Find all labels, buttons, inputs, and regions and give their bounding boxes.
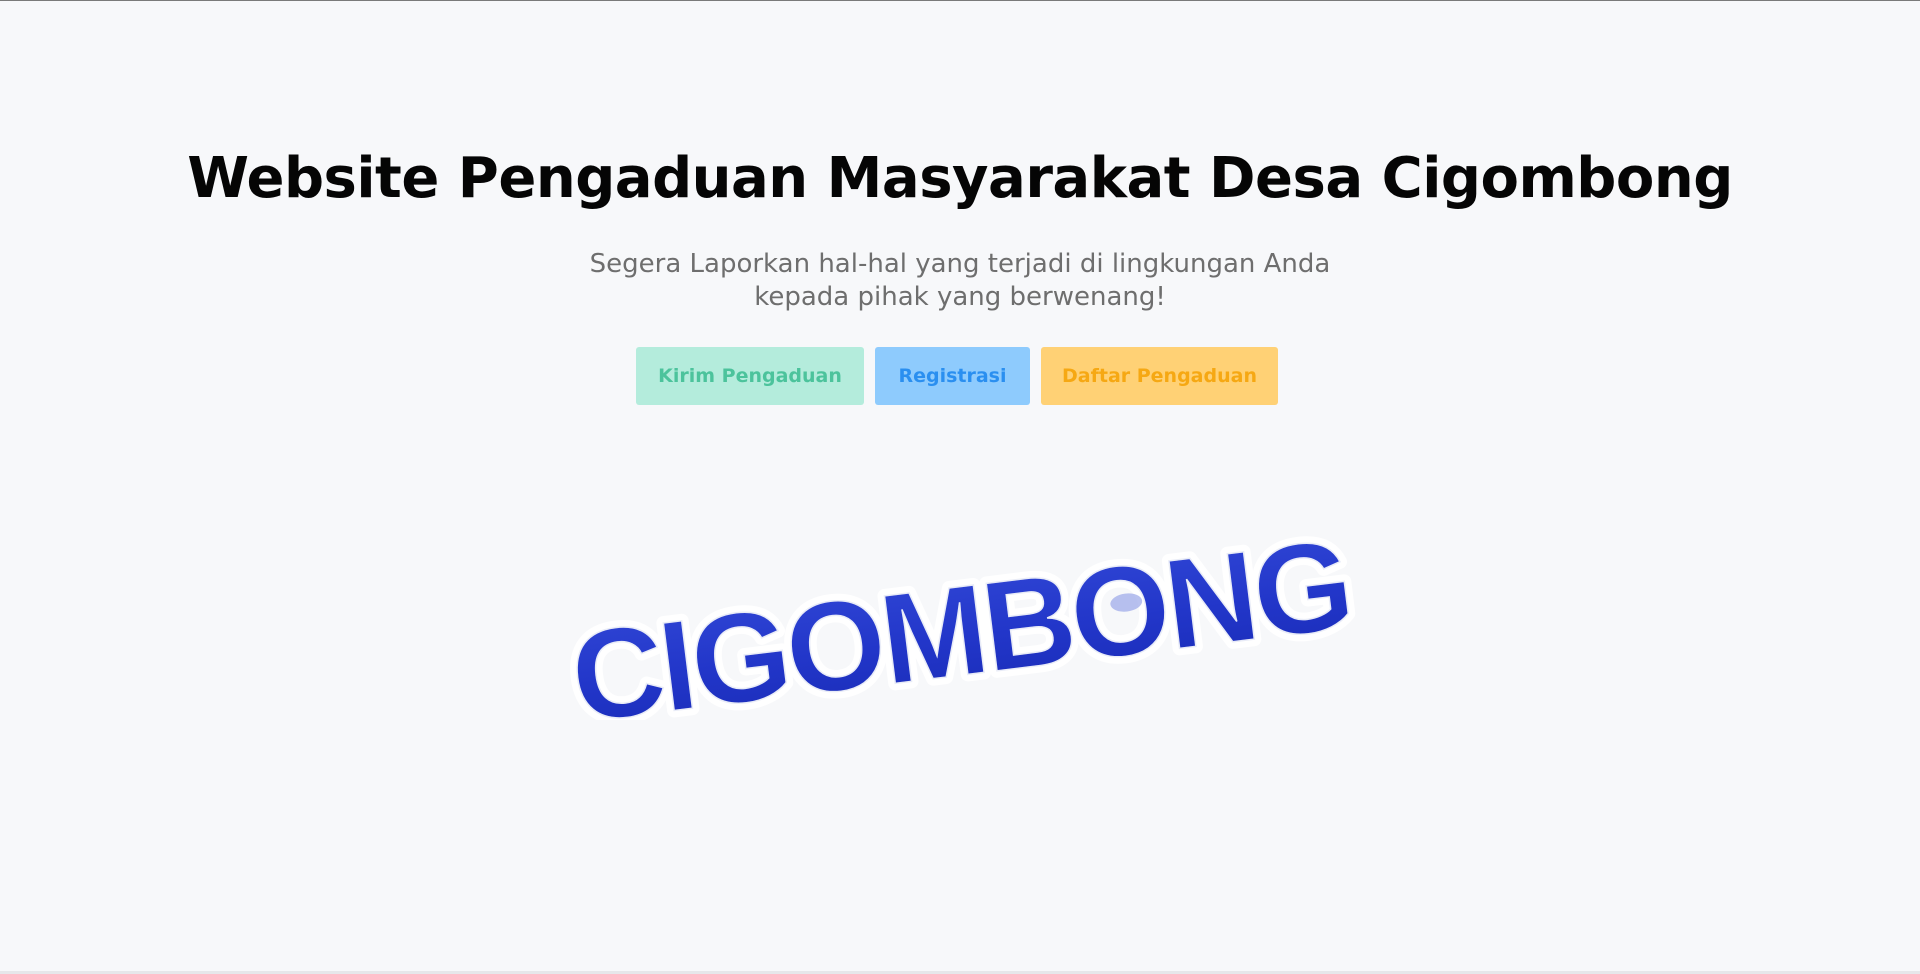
page-subtitle: Segera Laporkan hal-hal yang terjadi di … [560, 248, 1360, 314]
registrasi-button[interactable]: Registrasi [875, 347, 1030, 405]
subtitle-line-2: kepada pihak yang berwenang! [754, 282, 1166, 312]
hero-section: Website Pengaduan Masyarakat Desa Cigomb… [0, 0, 1920, 971]
svg-text:CIGOMBONG: CIGOMBONG [564, 535, 1357, 720]
cigombong-logo: CIGOMBONG CIGOMBONG [560, 535, 1360, 720]
daftar-pengaduan-button[interactable]: Daftar Pengaduan [1041, 347, 1278, 405]
kirim-pengaduan-button[interactable]: Kirim Pengaduan [636, 347, 864, 405]
page-title: Website Pengaduan Masyarakat Desa Cigomb… [187, 146, 1733, 211]
subtitle-line-1: Segera Laporkan hal-hal yang terjadi di … [589, 249, 1331, 279]
